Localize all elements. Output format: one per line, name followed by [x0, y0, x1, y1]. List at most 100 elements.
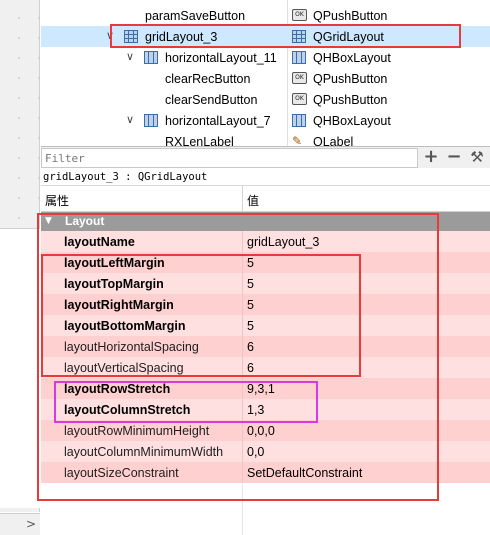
tree-row[interactable]: clearSendButton OK QPushButton: [41, 89, 490, 110]
property-name: layoutName: [64, 235, 135, 249]
object-name: clearRecButton: [165, 72, 251, 86]
tree-row[interactable]: RXLenLabel ✎ QLabel: [41, 131, 490, 147]
hbox-layout-icon: [292, 51, 308, 64]
object-name: horizontalLayout_7: [165, 114, 271, 128]
property-row[interactable]: layoutColumnStretch 1,3: [41, 399, 490, 420]
property-value[interactable]: 5: [247, 298, 254, 312]
column-divider: [242, 399, 243, 420]
header-value[interactable]: 值: [247, 192, 259, 209]
property-value[interactable]: 5: [247, 277, 254, 291]
label-icon: ✎: [292, 134, 303, 147]
property-group-layout[interactable]: ▼ Layout: [41, 212, 490, 231]
filter-input[interactable]: [41, 148, 418, 168]
property-row[interactable]: layoutRightMargin 5: [41, 294, 490, 315]
property-table-header: 属性 值: [41, 186, 490, 212]
column-divider: [242, 273, 243, 294]
property-value[interactable]: gridLayout_3: [247, 235, 319, 249]
collapse-arrow-icon[interactable]: ∨: [126, 50, 134, 63]
property-name: layoutColumnStretch: [64, 403, 191, 417]
tree-row[interactable]: ∨ horizontalLayout_7 QHBoxLayout: [41, 110, 490, 131]
property-name: layoutRightMargin: [64, 298, 174, 312]
header-divider[interactable]: [242, 186, 243, 212]
property-name: layoutRowMinimumHeight: [64, 424, 210, 438]
property-row[interactable]: layoutSizeConstraint SetDefaultConstrain…: [41, 462, 490, 483]
pushbutton-icon: OK: [292, 9, 308, 22]
column-divider: [242, 462, 243, 483]
grid-layout-icon: [292, 30, 308, 43]
property-value[interactable]: 5: [247, 256, 254, 270]
property-table-empty-area: [41, 484, 490, 535]
object-name: horizontalLayout_11: [165, 51, 277, 65]
horizontal-scrollbar[interactable]: >: [0, 513, 40, 535]
form-canvas[interactable]: [0, 0, 40, 512]
object-class: QLabel: [313, 135, 354, 146]
object-class: QPushButton: [313, 93, 388, 107]
object-class: QPushButton: [313, 9, 388, 23]
scroll-right-icon[interactable]: >: [26, 517, 36, 531]
tree-row[interactable]: ∨ horizontalLayout_11 QHBoxLayout: [41, 47, 490, 68]
object-class: QGridLayout: [313, 30, 384, 44]
property-value[interactable]: 5: [247, 319, 254, 333]
property-value[interactable]: 9,3,1: [247, 382, 275, 396]
header-property[interactable]: 属性: [45, 192, 69, 209]
hbox-layout-icon: [144, 114, 159, 127]
tree-row-selected[interactable]: ∨ gridLayout_3 QGridLayout: [41, 26, 490, 47]
column-divider: [242, 252, 243, 273]
property-row[interactable]: layoutHorizontalSpacing 6: [41, 336, 490, 357]
column-divider: [242, 420, 243, 441]
collapse-arrow-icon[interactable]: ▼: [45, 212, 52, 231]
object-inspector-tree[interactable]: paramSaveButton OK QPushButton ∨ gridLay…: [41, 0, 490, 146]
property-row[interactable]: layoutVerticalSpacing 6: [41, 357, 490, 378]
configure-icon[interactable]: ⚒: [467, 148, 487, 168]
property-row[interactable]: layoutName gridLayout_3: [41, 231, 490, 252]
property-value[interactable]: 1,3: [247, 403, 264, 417]
property-filter-bar: + − ⚒: [41, 146, 490, 168]
column-divider: [242, 294, 243, 315]
property-value[interactable]: 0,0: [247, 445, 264, 459]
object-class: QHBoxLayout: [313, 114, 391, 128]
column-divider: [242, 441, 243, 462]
object-name: RXLenLabel: [165, 135, 234, 146]
tree-row[interactable]: paramSaveButton OK QPushButton: [41, 5, 490, 26]
object-class: QHBoxLayout: [313, 51, 391, 65]
property-row[interactable]: layoutRowStretch 9,3,1: [41, 378, 490, 399]
grid-layout-icon: [124, 30, 139, 43]
property-value[interactable]: 6: [247, 340, 254, 354]
property-row[interactable]: layoutLeftMargin 5: [41, 252, 490, 273]
pushbutton-icon: OK: [292, 72, 308, 85]
column-divider: [242, 315, 243, 336]
collapse-arrow-icon[interactable]: ∨: [126, 113, 134, 126]
collapse-arrow-icon[interactable]: ∨: [106, 29, 114, 42]
pushbutton-icon: OK: [292, 93, 308, 106]
property-name: layoutBottomMargin: [64, 319, 186, 333]
object-name: paramSaveButton: [145, 9, 246, 23]
column-divider: [242, 357, 243, 378]
object-class: QPushButton: [313, 72, 388, 86]
property-row[interactable]: layoutBottomMargin 5: [41, 315, 490, 336]
property-name: layoutHorizontalSpacing: [64, 340, 199, 354]
canvas-widget-area[interactable]: [0, 228, 40, 508]
property-row[interactable]: layoutTopMargin 5: [41, 273, 490, 294]
property-row[interactable]: layoutColumnMinimumWidth 0,0: [41, 441, 490, 462]
remove-property-icon[interactable]: −: [444, 148, 464, 168]
property-row[interactable]: layoutRowMinimumHeight 0,0,0: [41, 420, 490, 441]
property-name: layoutSizeConstraint: [64, 466, 179, 480]
add-property-icon[interactable]: +: [421, 148, 441, 168]
hbox-layout-icon: [144, 51, 159, 64]
hbox-layout-icon: [292, 114, 308, 127]
property-name: layoutLeftMargin: [64, 256, 165, 270]
column-divider: [242, 484, 243, 535]
property-name: layoutTopMargin: [64, 277, 164, 291]
property-value[interactable]: SetDefaultConstraint: [247, 466, 362, 480]
property-value[interactable]: 0,0,0: [247, 424, 275, 438]
column-divider: [242, 378, 243, 399]
property-name: layoutVerticalSpacing: [64, 361, 184, 375]
column-divider: [242, 336, 243, 357]
object-name: clearSendButton: [165, 93, 258, 107]
property-name: layoutRowStretch: [64, 382, 171, 396]
property-value[interactable]: 6: [247, 361, 254, 375]
tree-row[interactable]: clearRecButton OK QPushButton: [41, 68, 490, 89]
group-label: Layout: [65, 214, 105, 228]
column-divider: [242, 231, 243, 252]
property-name: layoutColumnMinimumWidth: [64, 445, 224, 459]
